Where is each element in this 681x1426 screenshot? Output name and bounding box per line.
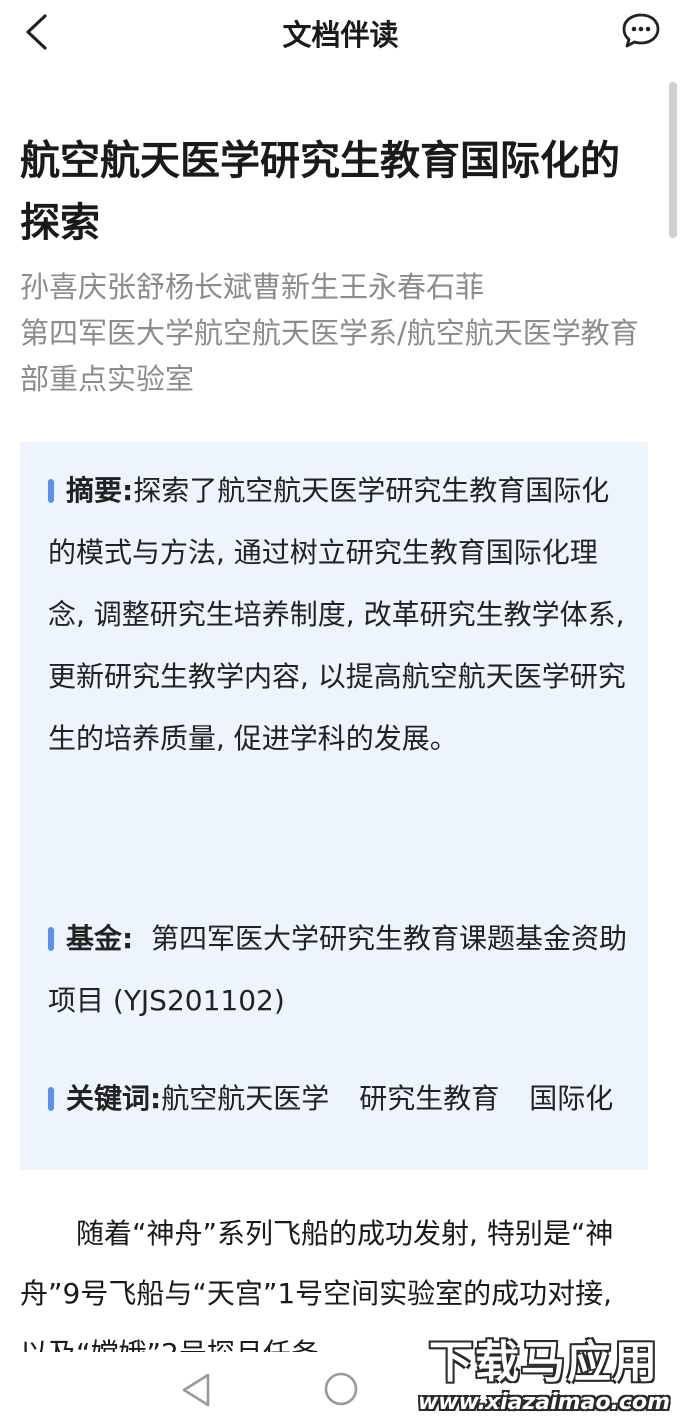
comment-button[interactable] [619, 8, 663, 54]
watermark: 下载马应用 www.xiazaimao.com [411, 1336, 673, 1422]
comment-icon [622, 13, 660, 48]
keyword: 国际化 [529, 1082, 614, 1115]
abstract-box: 摘要:探索了航空航天医学研究生教育国际化的模式与方法, 通过树立研究生教育国际化… [20, 442, 648, 1170]
keywords-section: 关键词:航空航天医学 研究生教育 国际化 [48, 1068, 628, 1130]
keyword: 航空航天医学 [161, 1082, 330, 1115]
abstract-text: 探索了航空航天医学研究生教育国际化的模式与方法, 通过树立研究生教育国际化理念,… [48, 474, 626, 755]
fund-label: 基金: [66, 922, 134, 955]
top-navigation-bar: 文档伴读 [0, 0, 681, 64]
article-authors: 孙喜庆张舒杨长斌曹新生王永春石菲 [20, 270, 485, 304]
article-title: 航空航天医学研究生教育国际化的探索 [20, 138, 620, 246]
keyword: 研究生教育 [359, 1082, 500, 1115]
watermark-url: www.xiazaimao.com [417, 1390, 670, 1415]
document-content[interactable]: 航空航天医学研究生教育国际化的探索 孙喜庆张舒杨长斌曹新生王永春石菲 第四军医大… [0, 82, 681, 1352]
abstract-label: 摘要: [66, 474, 134, 507]
page-title: 文档伴读 [282, 18, 399, 52]
article-affiliation: 第四军医大学航空航天医学系/航空航天医学教育部重点实验室 [20, 316, 639, 396]
circle-home-icon[interactable] [322, 1370, 360, 1408]
body-paragraph: 随着“神舟”系列飞船的成功发射, 特别是“神舟”9号飞船与“天宫”1号空间实验室… [20, 1217, 614, 1352]
keywords-label: 关键词: [66, 1082, 162, 1115]
scrollbar[interactable] [669, 82, 677, 238]
abstract-section: 摘要:探索了航空航天医学研究生教育国际化的模式与方法, 通过树立研究生教育国际化… [48, 460, 628, 770]
watermark-logo-text: 下载马应用 [429, 1337, 659, 1388]
accent-bar [48, 479, 54, 503]
fund-text: 第四军医大学研究生教育课题基金资助项目 (YJS201102) [48, 922, 628, 1017]
accent-bar [48, 927, 54, 951]
fund-section: 基金: 第四军医大学研究生教育课题基金资助项目 (YJS201102) [48, 908, 628, 1032]
triangle-back-icon[interactable] [178, 1370, 214, 1410]
accent-bar [48, 1087, 54, 1111]
